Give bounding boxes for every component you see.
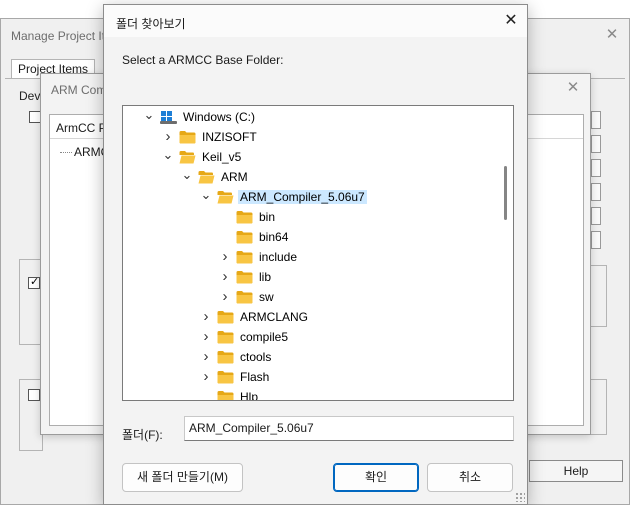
manage-side-button-6[interactable] [591, 231, 601, 249]
manage-checkbox-3[interactable] [28, 389, 40, 401]
tree-scrollbar-thumb[interactable] [504, 166, 507, 220]
manage-group-box-right-2 [589, 379, 607, 435]
folder-icon [236, 250, 253, 264]
folder-icon [236, 230, 253, 244]
tree-item-label: include [259, 250, 298, 264]
expand-chevron-icon[interactable]: › [219, 249, 231, 264]
tree-item-label: ctools [240, 350, 272, 364]
armcc-list-header-label: ArmCC P [56, 121, 107, 135]
folder-icon [217, 390, 234, 400]
manage-side-button-4[interactable] [591, 183, 601, 201]
tree-item[interactable]: bin [123, 207, 499, 227]
arm-close-icon[interactable]: ✕ [566, 80, 580, 95]
cancel-button[interactable]: 취소 [427, 463, 513, 492]
tree-item[interactable]: Hlp [123, 387, 499, 401]
folder-icon [179, 130, 196, 144]
dialog-close-icon[interactable]: ✕ [503, 13, 519, 29]
tree-item[interactable]: › INZISOFT [123, 127, 499, 147]
drive-icon [160, 110, 177, 124]
expand-chevron-icon[interactable]: › [219, 269, 231, 284]
browse-folder-dialog: 폴더 찾아보기 ✕ Select a ARMCC Base Folder: Hl… [103, 4, 528, 505]
tree-item-label: INZISOFT [202, 130, 257, 144]
open-folder-icon [198, 170, 215, 184]
expand-chevron-icon[interactable]: › [200, 349, 212, 364]
ok-button[interactable]: 확인 [333, 463, 419, 492]
manage-group-box-right-1 [589, 265, 607, 327]
new-folder-button[interactable]: 새 폴더 만들기(M) [122, 463, 243, 492]
tree-item[interactable]: › include [123, 247, 499, 267]
tree-item-label: bin [259, 210, 276, 224]
collapse-chevron-icon[interactable]: ⌄ [181, 168, 193, 184]
tree-item-label: lib [259, 270, 272, 284]
tree-item[interactable]: › Flash [123, 367, 499, 387]
dialog-titlebar: 폴더 찾아보기 ✕ [104, 5, 527, 37]
tree-item-label: Flash [240, 370, 270, 384]
folder-icon [236, 270, 253, 284]
tree-item-label: Hlp [240, 390, 259, 401]
folder-icon [217, 330, 234, 344]
expand-chevron-icon[interactable]: › [219, 289, 231, 304]
dialog-title: 폴더 찾아보기 [116, 17, 186, 31]
tree-item[interactable]: › sw [123, 287, 499, 307]
folder-icon [217, 370, 234, 384]
folder-icon [236, 290, 253, 304]
manage-close-icon[interactable]: ✕ [605, 27, 619, 42]
resize-grip[interactable] [515, 492, 525, 502]
tree-item-label: ARM [221, 170, 248, 184]
tree-item[interactable]: › ctools [123, 347, 499, 367]
tree-item-label: sw [259, 290, 274, 304]
open-folder-icon [217, 190, 234, 204]
tree-item[interactable]: ⌄ ARM [123, 167, 499, 187]
expand-chevron-icon[interactable]: › [200, 309, 212, 324]
open-folder-icon [179, 150, 196, 164]
manage-side-button-5[interactable] [591, 207, 601, 225]
tree-item[interactable]: › ARMCLANG [123, 307, 499, 327]
tree-scrollbar[interactable] [499, 106, 513, 400]
folder-icon [217, 350, 234, 364]
armcc-list-item[interactable]: ARMC [60, 145, 109, 159]
dialog-prompt: Select a ARMCC Base Folder: [122, 53, 284, 67]
tree-item-label: compile5 [240, 330, 289, 344]
folder-icon [217, 310, 234, 324]
manage-window-title: Manage Project It [11, 29, 106, 43]
expand-chevron-icon[interactable]: › [200, 369, 212, 384]
tree-item-label: bin64 [259, 230, 289, 244]
tree-item-label: ARM_Compiler_5.06u7 [238, 190, 367, 204]
manage-side-button-2[interactable] [591, 135, 601, 153]
expand-chevron-icon[interactable]: › [200, 329, 212, 344]
arm-window-title: ARM Com [51, 83, 107, 97]
manage-side-button-1[interactable] [591, 111, 601, 129]
tree-item[interactable]: › lib [123, 267, 499, 287]
help-button[interactable]: Help [529, 460, 623, 482]
collapse-chevron-icon[interactable]: ⌄ [200, 188, 212, 204]
tree-item-label: Keil_v5 [202, 150, 242, 164]
collapse-chevron-icon[interactable]: ⌄ [143, 108, 155, 124]
folder-input[interactable]: ARM_Compiler_5.06u7 [184, 416, 514, 441]
expand-chevron-icon[interactable]: › [162, 129, 174, 144]
tree-item[interactable]: › compile5 [123, 327, 499, 347]
manage-side-button-3[interactable] [591, 159, 601, 177]
manage-checkbox-2[interactable] [28, 275, 40, 289]
tree-item-label: Windows (C:) [183, 110, 256, 124]
folder-icon [236, 210, 253, 224]
tree-item-label: ARMCLANG [240, 310, 309, 324]
tree-item[interactable]: ⌄ ARM_Compiler_5.06u7 [123, 187, 499, 207]
tree-item[interactable]: ⌄ Windows (C:) [123, 107, 499, 127]
folder-tree[interactable]: Hlp › Flash › ctools › compile5 › ARMCLANG › sw › li… [122, 105, 514, 401]
tree-item[interactable]: ⌄ Keil_v5 [123, 147, 499, 167]
collapse-chevron-icon[interactable]: ⌄ [162, 148, 174, 164]
folder-label: 폴더(F): [122, 428, 163, 442]
tree-item[interactable]: bin64 [123, 227, 499, 247]
